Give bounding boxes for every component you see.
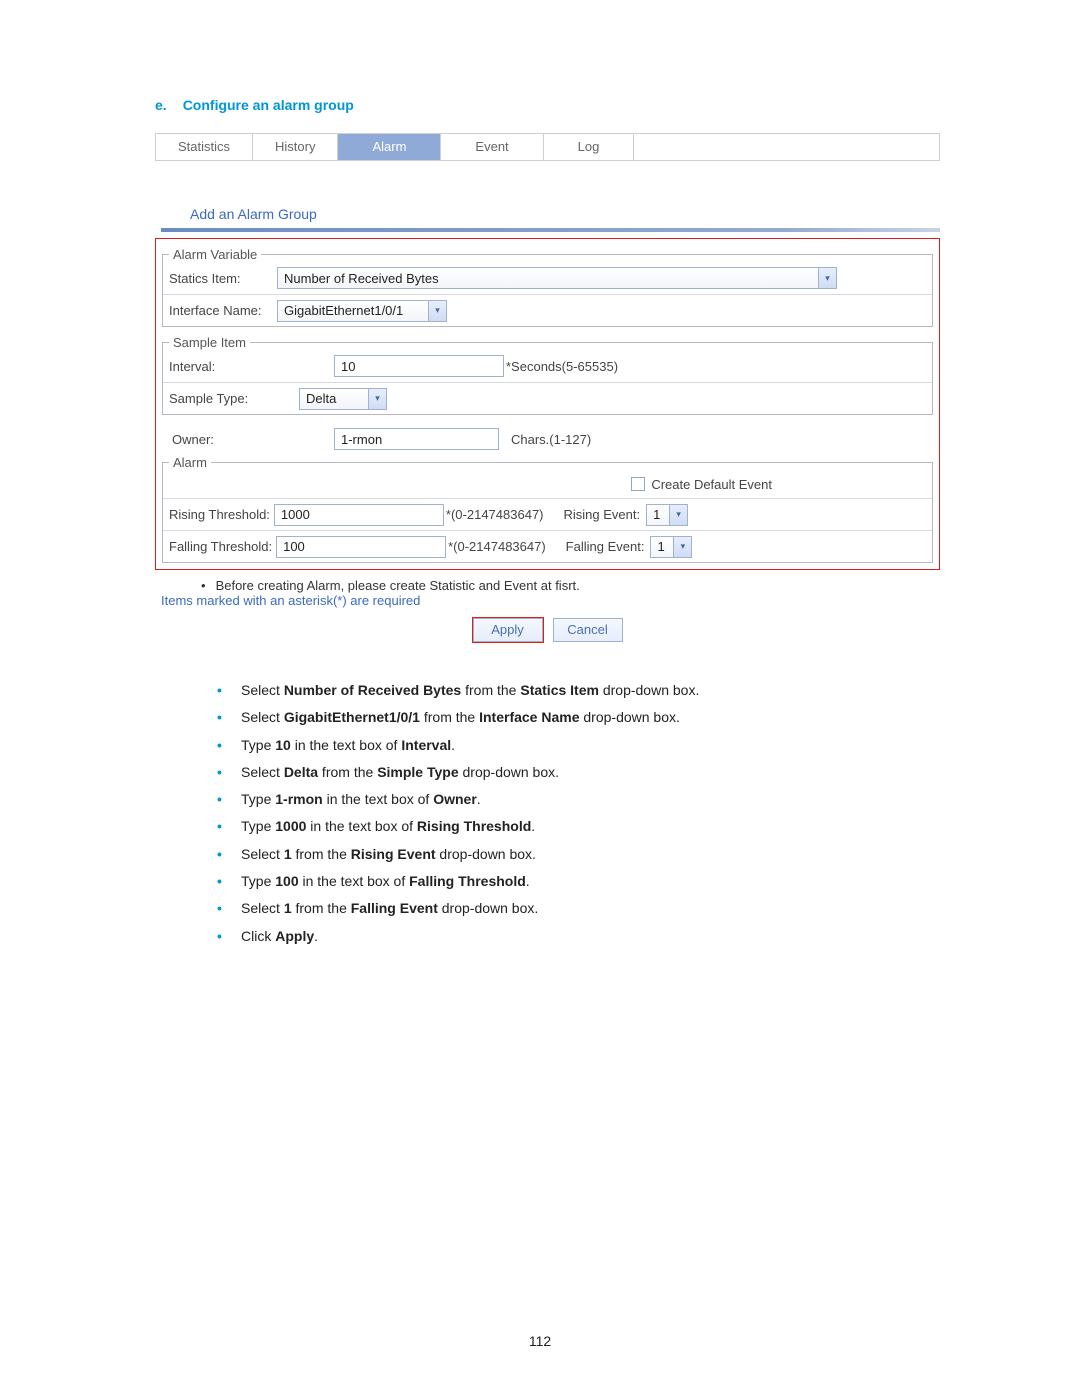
sample-item-legend: Sample Item	[169, 335, 250, 350]
chevron-down-icon: ▾	[818, 268, 836, 288]
button-row: Apply Cancel	[155, 618, 940, 642]
falling-threshold-label: Falling Threshold:	[169, 539, 272, 554]
owner-label: Owner:	[172, 432, 334, 447]
instruction-list: Select Number of Received Bytes from the…	[155, 677, 940, 950]
instruction-item: Type 1-rmon in the text box of Owner.	[197, 786, 940, 813]
cancel-button[interactable]: Cancel	[553, 618, 623, 642]
falling-event-select[interactable]: 1 ▾	[650, 536, 692, 558]
rising-event-value: 1	[647, 507, 669, 522]
tab-log[interactable]: Log	[544, 134, 635, 160]
instruction-item: Select 1 from the Rising Event drop-down…	[197, 841, 940, 868]
instruction-item: Click Apply.	[197, 923, 940, 950]
rising-event-select[interactable]: 1 ▾	[646, 504, 688, 526]
chevron-down-icon: ▾	[669, 505, 687, 525]
apply-button[interactable]: Apply	[473, 618, 543, 642]
tab-event[interactable]: Event	[441, 134, 543, 160]
interval-hint: *Seconds(5-65535)	[506, 359, 618, 374]
step-title: Configure an alarm group	[183, 97, 354, 113]
tab-strip: Statistics History Alarm Event Log	[155, 133, 940, 161]
interface-name-value: GigabitEthernet1/0/1	[278, 303, 428, 318]
tab-statistics[interactable]: Statistics	[156, 134, 253, 160]
rising-threshold-input[interactable]: 1000	[274, 504, 444, 526]
form-note: Before creating Alarm, please create Sta…	[155, 570, 940, 593]
sample-type-label: Sample Type:	[169, 391, 299, 406]
step-marker: e.	[155, 97, 167, 113]
alarm-variable-group: Alarm Variable Statics Item: Number of R…	[162, 247, 933, 327]
falling-event-value: 1	[651, 539, 673, 554]
create-default-event-checkbox[interactable]	[631, 477, 645, 491]
instruction-item: Select GigabitEthernet1/0/1 from the Int…	[197, 704, 940, 731]
instruction-item: Select 1 from the Falling Event drop-dow…	[197, 895, 940, 922]
rising-range-hint: *(0-2147483647)	[446, 507, 544, 522]
falling-range-hint: *(0-2147483647)	[448, 539, 546, 554]
title-underline	[161, 228, 940, 232]
interval-input[interactable]: 10	[334, 355, 504, 377]
alarm-variable-legend: Alarm Variable	[169, 247, 261, 262]
interface-name-label: Interface Name:	[169, 303, 277, 318]
chevron-down-icon: ▾	[368, 389, 386, 409]
interval-value: 10	[335, 359, 503, 374]
chevron-down-icon: ▾	[673, 537, 691, 557]
rising-event-label: Rising Event:	[564, 507, 641, 522]
owner-value: 1-rmon	[335, 432, 498, 447]
rising-threshold-label: Rising Threshold:	[169, 507, 270, 522]
interval-label: Interval:	[169, 359, 334, 374]
section-heading: e. Configure an alarm group	[155, 97, 940, 113]
statics-item-value: Number of Received Bytes	[278, 271, 818, 286]
subpage-title: Add an Alarm Group	[190, 206, 940, 222]
falling-threshold-value: 100	[277, 539, 445, 554]
instruction-item: Select Delta from the Simple Type drop-d…	[197, 759, 940, 786]
alarm-group: Alarm Create Default Event Rising Thresh…	[162, 455, 933, 563]
owner-input[interactable]: 1-rmon	[334, 428, 499, 450]
form-highlight-box: Alarm Variable Statics Item: Number of R…	[155, 238, 940, 570]
owner-hint: Chars.(1-127)	[511, 432, 591, 447]
instruction-item: Type 10 in the text box of Interval.	[197, 732, 940, 759]
statics-item-label: Statics Item:	[169, 271, 277, 286]
required-note: Items marked with an asterisk(*) are req…	[155, 593, 940, 608]
rising-threshold-value: 1000	[275, 507, 443, 522]
alarm-legend: Alarm	[169, 455, 211, 470]
instruction-item: Type 1000 in the text box of Rising Thre…	[197, 813, 940, 840]
chevron-down-icon: ▾	[428, 301, 446, 321]
sample-type-select[interactable]: Delta ▾	[299, 388, 387, 410]
statics-item-select[interactable]: Number of Received Bytes ▾	[277, 267, 837, 289]
sample-type-value: Delta	[300, 391, 368, 406]
sample-item-group: Sample Item Interval: 10 *Seconds(5-6553…	[162, 335, 933, 415]
page-number: 112	[0, 1333, 1080, 1349]
instruction-item: Select Number of Received Bytes from the…	[197, 677, 940, 704]
interface-name-select[interactable]: GigabitEthernet1/0/1 ▾	[277, 300, 447, 322]
falling-event-label: Falling Event:	[566, 539, 645, 554]
falling-threshold-input[interactable]: 100	[276, 536, 446, 558]
tab-history[interactable]: History	[253, 134, 338, 160]
instruction-item: Type 100 in the text box of Falling Thre…	[197, 868, 940, 895]
create-default-event-label: Create Default Event	[651, 477, 772, 492]
tab-alarm[interactable]: Alarm	[338, 134, 441, 160]
